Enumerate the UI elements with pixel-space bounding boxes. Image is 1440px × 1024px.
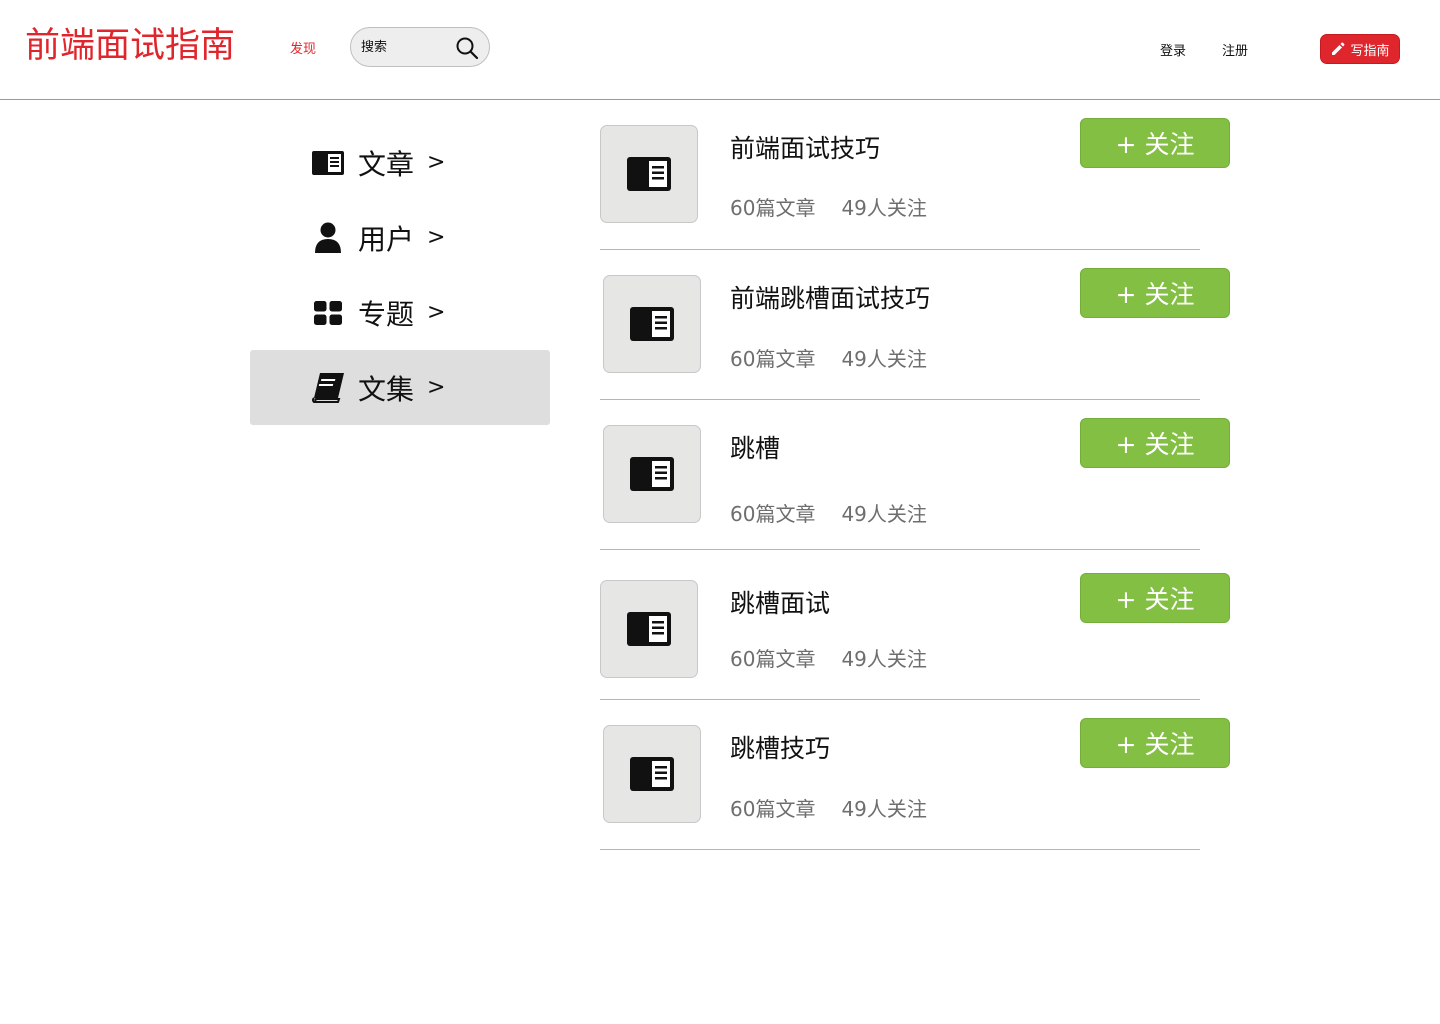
article-icon xyxy=(630,757,674,791)
collection-meta: 60篇文章 49人关注 xyxy=(730,498,927,527)
sidebar-item-users[interactable]: 用户 > xyxy=(250,200,550,275)
chevron-right-icon: > xyxy=(427,300,446,325)
list-item: 前端面试技巧 60篇文章 49人关注 + 关注 xyxy=(600,100,1240,250)
follower-count: 49人关注 xyxy=(841,647,927,671)
register-link[interactable]: 注册 xyxy=(1222,40,1248,59)
collection-title[interactable]: 跳槽技巧 xyxy=(730,729,830,765)
chevron-right-icon: > xyxy=(427,375,446,400)
article-icon xyxy=(630,457,674,491)
article-icon xyxy=(310,146,346,180)
collection-meta: 60篇文章 49人关注 xyxy=(730,192,927,221)
grid-icon xyxy=(310,296,346,330)
collection-meta: 60篇文章 49人关注 xyxy=(730,793,927,822)
sidebar-item-articles[interactable]: 文章 > xyxy=(250,125,550,200)
collection-thumbnail[interactable] xyxy=(603,725,701,823)
follow-button[interactable]: + 关注 xyxy=(1080,118,1230,168)
sidebar-item-collections[interactable]: 文集 > xyxy=(250,350,550,425)
user-icon xyxy=(310,221,346,255)
book-icon xyxy=(310,371,346,405)
collection-thumbnail[interactable] xyxy=(600,580,698,678)
search-icon[interactable] xyxy=(455,36,479,60)
collection-title[interactable]: 跳槽 xyxy=(730,429,780,465)
list-item: 前端跳槽面试技巧 60篇文章 49人关注 + 关注 xyxy=(600,250,1240,400)
collection-title[interactable]: 前端跳槽面试技巧 xyxy=(730,279,930,315)
list-item: 跳槽技巧 60篇文章 49人关注 + 关注 xyxy=(600,700,1240,850)
sidebar-item-label: 用户 xyxy=(358,222,415,256)
list-item: 跳槽 60篇文章 49人关注 + 关注 xyxy=(600,400,1240,550)
follower-count: 49人关注 xyxy=(841,196,927,220)
chevron-right-icon: > xyxy=(427,150,446,175)
follow-button[interactable]: + 关注 xyxy=(1080,718,1230,768)
follow-button[interactable]: + 关注 xyxy=(1080,573,1230,623)
follow-button[interactable]: + 关注 xyxy=(1080,268,1230,318)
sidebar-item-topics[interactable]: 专题 > xyxy=(250,275,550,350)
collection-meta: 60篇文章 49人关注 xyxy=(730,343,927,372)
collection-thumbnail[interactable] xyxy=(603,425,701,523)
follower-count: 49人关注 xyxy=(841,347,927,371)
pencil-icon xyxy=(1330,41,1346,57)
collection-meta: 60篇文章 49人关注 xyxy=(730,643,927,672)
follow-button[interactable]: + 关注 xyxy=(1080,418,1230,468)
article-count: 60篇文章 xyxy=(730,647,816,671)
nav-discover-link[interactable]: 发现 xyxy=(290,38,316,57)
collection-list: 前端面试技巧 60篇文章 49人关注 + 关注 前端跳槽面试技巧 60篇文章 49人… xyxy=(600,100,1240,850)
article-icon xyxy=(630,307,674,341)
article-icon xyxy=(627,157,671,191)
list-item: 跳槽面试 60篇文章 49人关注 + 关注 xyxy=(600,550,1240,700)
write-guide-button[interactable]: 写指南 xyxy=(1320,34,1400,64)
article-icon xyxy=(627,612,671,646)
article-count: 60篇文章 xyxy=(730,797,816,821)
collection-thumbnail[interactable] xyxy=(600,125,698,223)
search-box[interactable] xyxy=(350,27,490,67)
article-count: 60篇文章 xyxy=(730,502,816,526)
follower-count: 49人关注 xyxy=(841,502,927,526)
collection-thumbnail[interactable] xyxy=(603,275,701,373)
article-count: 60篇文章 xyxy=(730,196,816,220)
search-input[interactable] xyxy=(361,37,451,57)
collection-title[interactable]: 前端面试技巧 xyxy=(730,129,880,165)
divider xyxy=(600,849,1200,850)
write-guide-label: 写指南 xyxy=(1350,43,1390,59)
follower-count: 49人关注 xyxy=(841,797,927,821)
chevron-right-icon: > xyxy=(427,225,446,250)
sidebar-item-label: 文章 xyxy=(358,147,415,181)
collection-title[interactable]: 跳槽面试 xyxy=(730,584,830,620)
top-header: 前端面试指南 发现 登录 注册 写指南 xyxy=(0,0,1440,100)
site-logo[interactable]: 前端面试指南 xyxy=(25,24,235,68)
login-link[interactable]: 登录 xyxy=(1160,40,1186,59)
sidebar-item-label: 文集 xyxy=(358,372,415,406)
sidebar-item-label: 专题 xyxy=(358,297,415,331)
article-count: 60篇文章 xyxy=(730,347,816,371)
category-sidebar: 文章 > 用户 > 专题 > 文集 > xyxy=(250,125,550,425)
